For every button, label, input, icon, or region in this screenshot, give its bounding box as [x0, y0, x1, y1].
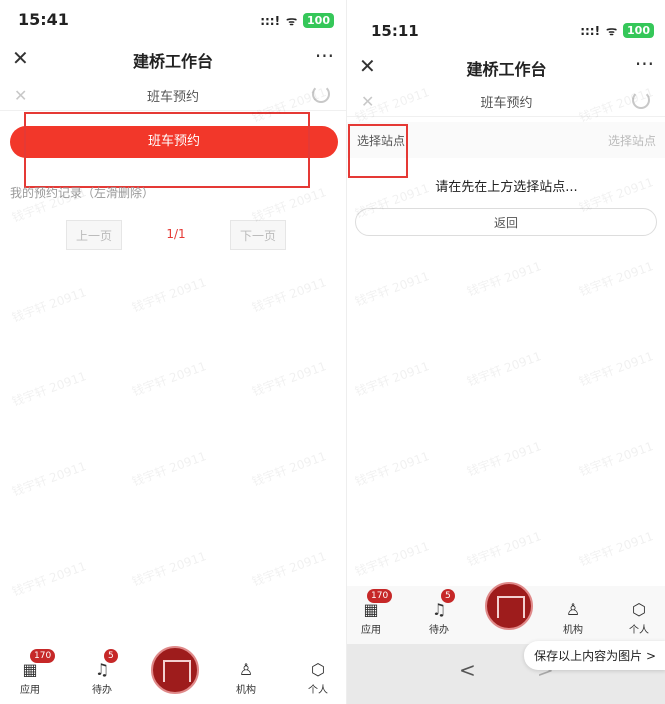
status-bar: 15:41 :::! ᯤ 100 [0, 0, 346, 36]
watermark: 钱宇轩 20911 [465, 439, 544, 479]
watermark: 钱宇轩 20911 [577, 529, 656, 569]
apps-grid-icon: ▦ [363, 600, 379, 619]
todo-badge: 5 [104, 649, 118, 663]
watermark: 钱宇轩 20911 [10, 459, 89, 499]
profile-icon: ⬡ [311, 660, 325, 679]
tab-org-label: 机构 [236, 685, 256, 696]
apps-grid-icon: ▦ [22, 660, 38, 679]
watermark: 钱宇轩 20911 [353, 449, 432, 489]
apps-badge: 170 [30, 649, 56, 663]
watermark: 钱宇轩 20911 [465, 259, 544, 299]
org-icon: ♙ [238, 660, 254, 679]
highlight-box [24, 112, 310, 188]
nav-back-icon[interactable]: < [459, 658, 476, 682]
tab-org[interactable]: ♙ 机构 [553, 600, 593, 637]
tab-todo-label: 待办 [429, 625, 449, 636]
signal-icon: :::! [260, 13, 281, 28]
watermark: 钱宇轩 20911 [10, 559, 89, 599]
signal-icon: :::! [580, 23, 601, 38]
tab-todo[interactable]: 5 ♫ 待办 [82, 649, 122, 696]
status-indicators: :::! ᯤ 100 [580, 22, 654, 39]
status-time: 15:11 [371, 22, 419, 40]
battery-icon: 100 [623, 23, 654, 38]
next-page-button[interactable]: 下一页 [230, 220, 286, 250]
bottom-tab-bar: 170 ▦ 应用 5 ♫ 待办 ♙ 机构 ⬡ 个人 [0, 646, 346, 704]
gate-icon [497, 596, 525, 618]
watermark: 钱宇轩 20911 [353, 269, 432, 309]
comparison-screens: 15:41 :::! ᯤ 100 ✕ 建桥工作台 ··· ✕ 班车预约 班车预约… [0, 0, 665, 704]
tab-me-label: 个人 [629, 625, 649, 636]
apps-badge: 170 [367, 589, 393, 603]
watermark: 钱宇轩 20911 [353, 539, 432, 579]
refresh-icon[interactable] [312, 85, 330, 103]
right-phone-screen: 15:11 :::! ᯤ 100 ✕ 建桥工作台 ··· ✕ 班车预约 选择站点… [346, 0, 665, 704]
school-gate-center-button[interactable] [151, 646, 199, 694]
tab-apps[interactable]: 170 ▦ 应用 [10, 649, 56, 696]
back-button[interactable]: 返回 [355, 208, 657, 236]
sub-page-title: 班车预约 [146, 90, 199, 105]
school-gate-center-button[interactable] [485, 582, 533, 630]
select-station-prompt: 请在先在上方选择站点... [435, 180, 578, 195]
watermark: 钱宇轩 20911 [250, 359, 329, 399]
watermark: 钱宇轩 20911 [577, 439, 656, 479]
tab-me-label: 个人 [308, 685, 328, 696]
app-title-bar: ✕ 建桥工作台 ··· [347, 48, 665, 84]
watermark: 钱宇轩 20911 [130, 275, 209, 315]
watermark: 钱宇轩 20911 [577, 259, 656, 299]
tab-apps-label: 应用 [20, 685, 40, 696]
status-time: 15:41 [18, 10, 69, 29]
todo-badge: 5 [441, 589, 455, 603]
bell-icon: ♫ [431, 600, 447, 619]
watermark: 钱宇轩 20911 [353, 359, 432, 399]
tab-apps[interactable]: 170 ▦ 应用 [351, 589, 393, 636]
wifi-icon: ᯤ [606, 24, 618, 38]
app-title: 建桥工作台 [466, 60, 547, 79]
app-title: 建桥工作台 [132, 52, 213, 71]
tab-apps-label: 应用 [361, 625, 381, 636]
watermark: 钱宇轩 20911 [130, 359, 209, 399]
watermark: 钱宇轩 20911 [10, 285, 89, 325]
tab-me[interactable]: ⬡ 个人 [619, 600, 659, 637]
app-title-bar: ✕ 建桥工作台 ··· [0, 40, 346, 76]
watermark: 钱宇轩 20911 [577, 349, 656, 389]
left-phone-screen: 15:41 :::! ᯤ 100 ✕ 建桥工作台 ··· ✕ 班车预约 班车预约… [0, 0, 346, 704]
tab-org[interactable]: ♙ 机构 [226, 660, 266, 697]
sub-page-title: 班车预约 [480, 96, 533, 111]
refresh-icon[interactable] [632, 91, 650, 109]
status-bar: 15:11 :::! ᯤ 100 [347, 0, 665, 40]
tab-org-label: 机构 [563, 625, 583, 636]
wifi-icon: ᯤ [286, 14, 298, 28]
sub-page-bar: ✕ 班车预约 [0, 80, 346, 111]
watermark: 钱宇轩 20911 [250, 549, 329, 589]
tab-todo[interactable]: 5 ♫ 待办 [419, 589, 459, 636]
watermark: 钱宇轩 20911 [130, 449, 209, 489]
gate-icon [163, 660, 191, 682]
tab-me[interactable]: ⬡ 个人 [298, 660, 338, 697]
bell-icon: ♫ [94, 660, 110, 679]
more-icon[interactable]: ··· [315, 44, 334, 68]
watermark: 钱宇轩 20911 [250, 275, 329, 315]
battery-icon: 100 [303, 13, 334, 28]
more-icon[interactable]: ··· [635, 52, 654, 76]
station-select-placeholder[interactable]: 选择站点 [608, 132, 656, 149]
save-as-image-button[interactable]: 保存以上内容为图片 > [524, 641, 665, 670]
tab-todo-label: 待办 [92, 685, 112, 696]
highlight-box [348, 124, 408, 178]
watermark: 钱宇轩 20911 [10, 369, 89, 409]
watermark: 钱宇轩 20911 [465, 349, 544, 389]
profile-icon: ⬡ [632, 600, 646, 619]
bottom-tab-bar: 170 ▦ 应用 5 ♫ 待办 ♙ 机构 ⬡ 个人 [347, 582, 665, 644]
status-indicators: :::! ᯤ 100 [260, 12, 334, 29]
pager: 上一页 1/1 下一页 [66, 220, 286, 250]
sub-page-bar: ✕ 班车预约 [347, 86, 665, 117]
watermark: 钱宇轩 20911 [465, 529, 544, 569]
org-icon: ♙ [565, 600, 581, 619]
watermark: 钱宇轩 20911 [130, 549, 209, 589]
booking-records-label: 我的预约记录（左滑删除） [10, 186, 155, 200]
watermark: 钱宇轩 20911 [250, 449, 329, 489]
